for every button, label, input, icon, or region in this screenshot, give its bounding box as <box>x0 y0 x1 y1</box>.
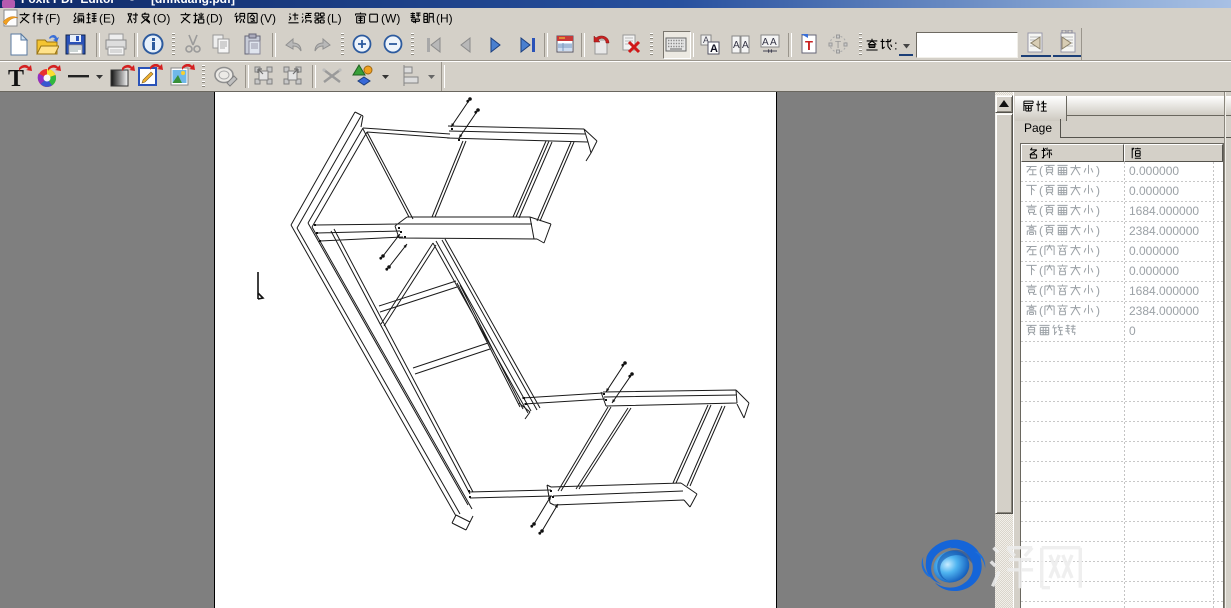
svg-text:): ) <box>1096 204 1100 218</box>
svg-text:): ) <box>1096 304 1100 318</box>
svg-text:): ) <box>1096 184 1100 198</box>
svg-text:): ) <box>1096 284 1100 298</box>
svg-text:): ) <box>1096 244 1100 258</box>
svg-text:(: ( <box>1039 164 1043 178</box>
svg-text:): ) <box>1096 224 1100 238</box>
svg-text:(: ( <box>1039 184 1043 198</box>
svg-text:(: ( <box>1039 264 1043 278</box>
svg-text:(: ( <box>1039 224 1043 238</box>
svg-text:): ) <box>1096 164 1100 178</box>
svg-text:(: ( <box>1039 204 1043 218</box>
svg-text:(: ( <box>1039 244 1043 258</box>
svg-text:(: ( <box>1039 284 1043 298</box>
svg-text:): ) <box>1096 264 1100 278</box>
svg-text:(: ( <box>1039 304 1043 318</box>
